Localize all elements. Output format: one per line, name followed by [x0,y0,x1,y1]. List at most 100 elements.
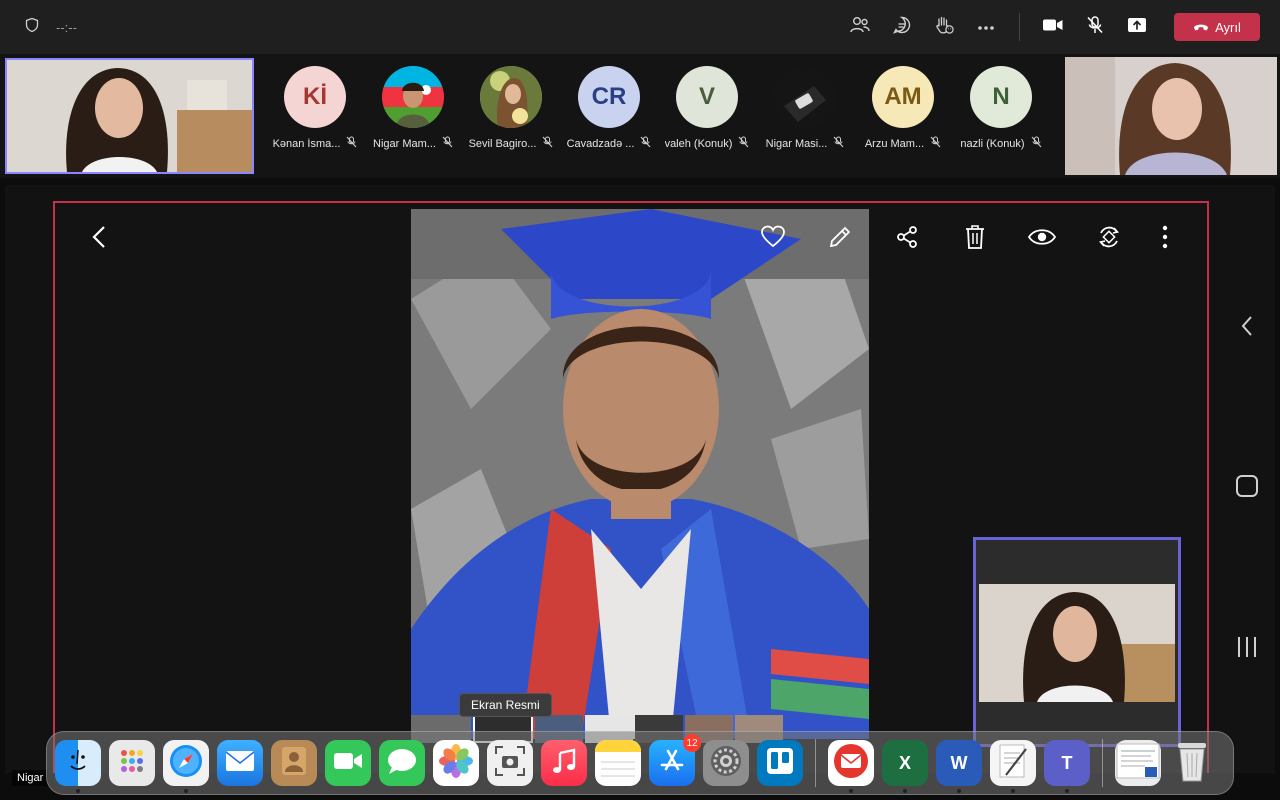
delete-button[interactable] [957,221,993,257]
participant-video[interactable] [1065,57,1277,175]
participant-item[interactable]: Nigar Masi... [756,66,854,151]
reactions-button[interactable] [927,10,961,44]
compass-icon [167,742,205,785]
dock-safari[interactable] [163,740,209,793]
dock-mail[interactable] [217,740,263,786]
phone-back-button[interactable] [1231,312,1263,344]
microphone-muted-icon [640,135,651,153]
dock-music[interactable] [541,740,587,786]
word-icon: W [950,752,968,773]
participant-avatar: Kİ [284,66,346,128]
teams-meeting-window: --:-- Ayrıl Kİ Kənan İsma... Nigar Mam..… [0,0,1280,800]
view-button[interactable] [1024,221,1060,257]
phone-recents-button[interactable] [1231,633,1263,665]
camera-button[interactable] [1036,10,1070,44]
more-menu-button[interactable] [1147,221,1183,257]
dock-facetime[interactable] [325,740,371,786]
participant-item[interactable]: V valeh (Konuk) [658,66,756,151]
dock-photos[interactable] [433,740,479,786]
dock-airmail[interactable] [828,740,874,793]
microphone-muted-icon [542,135,553,153]
participant-avatar [382,66,444,128]
share-screen-button[interactable] [1120,10,1154,44]
dock-trello[interactable] [757,740,803,786]
people-icon [849,15,871,40]
chat-button[interactable] [885,10,919,44]
toolbar-divider [1019,13,1020,41]
participant-item[interactable]: N nazli (Konuk) [952,66,1050,151]
message-bubble-icon [386,747,418,780]
shield-icon[interactable] [24,17,40,38]
participant-strip: Kİ Kənan İsma... Nigar Mam... Sevil Bagi… [0,54,1280,178]
vertical-ellipsis-icon [1162,225,1168,254]
graduation-photo[interactable] [411,209,869,739]
leave-label: Ayrıl [1215,19,1241,35]
self-view-camera [979,584,1175,702]
participant-avatar: CR [578,66,640,128]
screenshot-camera-icon [493,744,527,783]
microphone-button[interactable] [1078,10,1112,44]
dock-app-store[interactable]: 12 [649,734,701,786]
dock-divider [815,739,816,787]
running-indicator [76,789,80,793]
dock-notes[interactable] [595,740,641,786]
running-indicator [957,789,961,793]
running-indicator [184,789,188,793]
teams-icon: T [1061,752,1073,773]
dock-finder[interactable] [55,740,101,793]
participants-button[interactable] [843,10,877,44]
dock-word[interactable]: W [936,740,982,793]
dock-trash[interactable] [1169,740,1215,786]
chat-icon [892,15,912,40]
rotate-icon [1096,224,1122,255]
participant-name: Nigar Mam... [373,138,436,150]
back-button[interactable] [81,221,117,257]
participant-avatar: AM [872,66,934,128]
microphone-muted-icon [1031,135,1042,153]
facetime-camera-icon [333,751,363,776]
heart-icon [760,225,786,254]
participant-item[interactable]: Nigar Mam... [364,66,462,151]
photos-flower-icon [438,743,474,784]
textedit-pen-icon [996,743,1030,784]
running-indicator [1065,789,1069,793]
favorite-button[interactable] [755,221,791,257]
dock-system-preferences[interactable] [703,740,749,786]
share-tray-icon [1127,16,1147,39]
dock-teams[interactable]: T [1044,740,1090,793]
macos-dock: 12 X W T [46,731,1234,795]
dock-screenshot[interactable] [487,740,533,786]
participant-avatar [774,66,836,128]
phone-hangup-icon [1193,20,1209,35]
participant-item[interactable]: AM Arzu Mam... [854,66,952,151]
running-indicator [903,789,907,793]
leave-button[interactable]: Ayrıl [1174,13,1260,41]
participant-item[interactable]: CR Cavadzadə ... [560,66,658,151]
edit-button[interactable] [822,221,858,257]
participant-name: valeh (Konuk) [664,138,733,150]
share-button[interactable] [889,221,925,257]
contact-person-icon [280,746,308,781]
phone-home-button[interactable] [1231,472,1263,504]
self-view-video[interactable] [973,537,1181,747]
dock-recent-document[interactable] [1115,740,1161,786]
participant-name: Kənan İsma... [272,138,341,150]
more-options-button[interactable] [969,10,1003,44]
dock-launchpad[interactable] [109,740,155,786]
music-note-icon [551,747,577,780]
active-speaker-video[interactable] [5,58,254,174]
dock-excel[interactable]: X [882,740,928,793]
dock-textedit[interactable] [990,740,1036,793]
participant-item[interactable]: Kİ Kənan İsma... [266,66,364,151]
dock-messages[interactable] [379,740,425,786]
microphone-muted-icon [1085,15,1105,40]
square-icon [1235,474,1259,503]
microphone-muted-icon [930,135,941,153]
app-store-icon [657,746,687,781]
participant-item[interactable]: Sevil Bagiro... [462,66,560,151]
video-camera-icon [1042,17,1064,38]
dock-contacts[interactable] [271,740,317,786]
running-indicator [1011,789,1015,793]
rotate-button[interactable] [1091,221,1127,257]
chevron-left-icon [92,225,106,254]
